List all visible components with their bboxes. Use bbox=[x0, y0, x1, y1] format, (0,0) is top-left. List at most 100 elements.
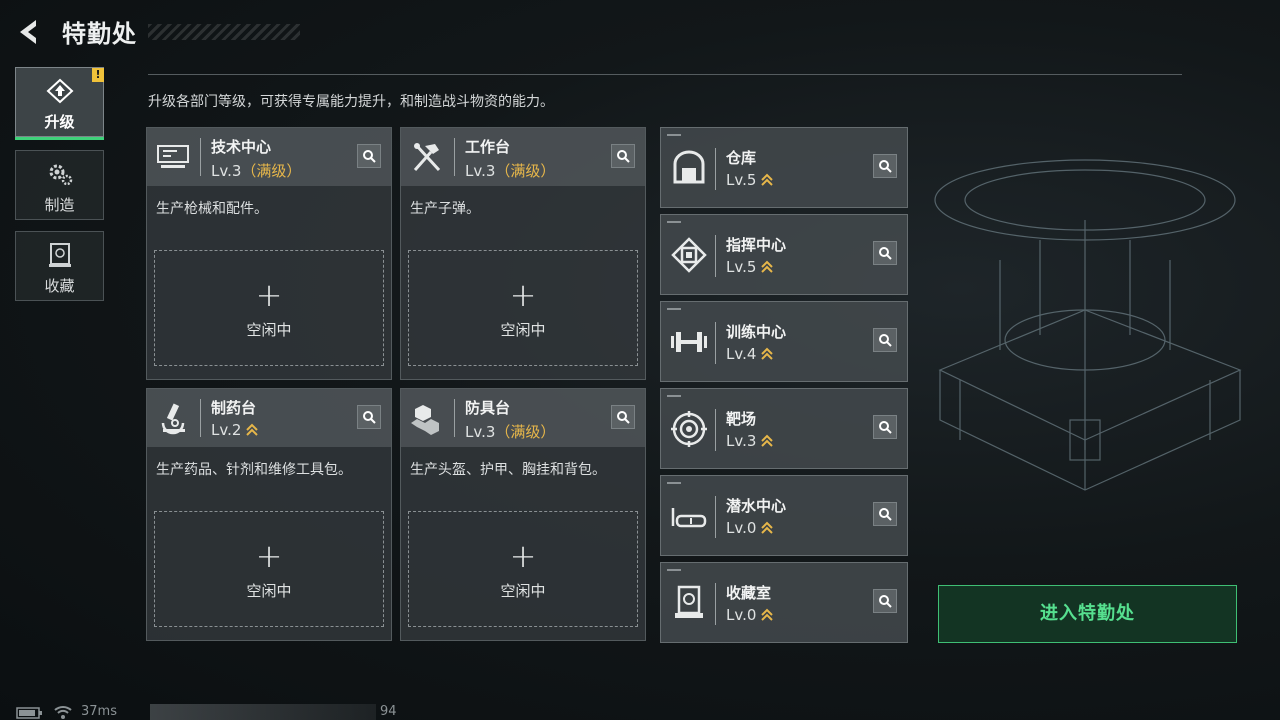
card-title: 技术中心 bbox=[211, 138, 272, 156]
facility-level: Lv.5 bbox=[726, 258, 774, 276]
facility-name: 训练中心 bbox=[726, 323, 787, 341]
ping-value: 37ms bbox=[81, 704, 117, 719]
nav-item-craft[interactable]: 制造 bbox=[15, 150, 104, 220]
card-level: Lv.3（满级） bbox=[211, 162, 302, 180]
facility-shooting-range[interactable]: 靶场 Lv.3 bbox=[660, 388, 908, 469]
slot-status: 空闲中 bbox=[246, 321, 292, 339]
facility-level: Lv.5 bbox=[726, 171, 774, 189]
back-arrow-icon bbox=[20, 20, 36, 44]
target-icon bbox=[669, 409, 709, 449]
card-description: 生产头盔、护甲、胸挂和背包。 bbox=[410, 462, 606, 478]
facility-warehouse[interactable]: 仓库 Lv.5 bbox=[660, 127, 908, 208]
search-button[interactable] bbox=[873, 415, 897, 439]
back-button[interactable] bbox=[14, 16, 44, 48]
facility-training-center[interactable]: 训练中心 Lv.4 bbox=[660, 301, 908, 382]
facility-name: 仓库 bbox=[726, 149, 757, 167]
page-title: 特勤处 bbox=[62, 20, 137, 48]
status-number: 94 bbox=[380, 704, 397, 719]
search-button[interactable] bbox=[357, 405, 381, 429]
search-button[interactable] bbox=[611, 144, 635, 168]
facility-name: 潜水中心 bbox=[726, 497, 787, 515]
upgrade-available-icon bbox=[761, 260, 774, 273]
facility-name: 指挥中心 bbox=[726, 236, 787, 254]
nav-label-craft: 制造 bbox=[44, 196, 75, 214]
facility-collection-room[interactable]: 收藏室 Lv.0 bbox=[660, 562, 908, 643]
production-slot[interactable]: + 空闲中 bbox=[408, 250, 638, 366]
search-icon bbox=[363, 150, 376, 163]
production-slot[interactable]: + 空闲中 bbox=[408, 511, 638, 627]
plus-icon: + bbox=[509, 537, 537, 575]
nav-label-collection: 收藏 bbox=[44, 277, 75, 295]
card-title: 制药台 bbox=[211, 399, 257, 417]
facility-level: Lv.4 bbox=[726, 345, 774, 363]
card-title: 工作台 bbox=[465, 138, 511, 156]
card-tech-center: 技术中心 Lv.3（满级） 生产枪械和配件。 + 空闲中 bbox=[146, 127, 392, 380]
nav-item-collection[interactable]: 收藏 bbox=[15, 231, 104, 301]
search-icon bbox=[879, 421, 892, 434]
nav-item-upgrade[interactable]: 升级 bbox=[15, 67, 104, 137]
plus-icon: + bbox=[509, 276, 537, 314]
card-header: 制药台 Lv.2 bbox=[147, 389, 391, 447]
search-button[interactable] bbox=[873, 154, 897, 178]
production-slot[interactable]: + 空闲中 bbox=[154, 250, 384, 366]
plus-icon: + bbox=[255, 537, 283, 575]
battery-icon bbox=[16, 707, 42, 719]
max-level-label: （满级） bbox=[241, 162, 302, 180]
facility-diving-center[interactable]: 潜水中心 Lv.0 bbox=[660, 475, 908, 556]
slot-status: 空闲中 bbox=[246, 582, 292, 600]
card-description: 生产枪械和配件。 bbox=[156, 201, 268, 217]
facility-name: 收藏室 bbox=[726, 584, 772, 602]
search-icon bbox=[879, 247, 892, 260]
upgrade-available-icon bbox=[761, 434, 774, 447]
card-armor-bench: 防具台 Lv.3（满级） 生产头盔、护甲、胸挂和背包。 + 空闲中 bbox=[400, 388, 646, 641]
workbench-icon bbox=[409, 140, 445, 174]
display-case-icon bbox=[669, 583, 709, 623]
upgrade-available-icon bbox=[246, 423, 259, 436]
upgrade-available-icon bbox=[761, 347, 774, 360]
search-button[interactable] bbox=[611, 405, 635, 429]
search-icon bbox=[879, 508, 892, 521]
upgrade-available-icon bbox=[761, 608, 774, 621]
facility-name: 靶场 bbox=[726, 410, 757, 428]
search-button[interactable] bbox=[873, 328, 897, 352]
wifi-icon bbox=[54, 706, 72, 719]
card-header: 技术中心 Lv.3（满级） bbox=[147, 128, 391, 186]
search-icon bbox=[363, 411, 376, 424]
card-title: 防具台 bbox=[465, 399, 511, 417]
facility-command-center[interactable]: 指挥中心 Lv.5 bbox=[660, 214, 908, 295]
facility-level: Lv.0 bbox=[726, 606, 774, 624]
tech-center-icon bbox=[155, 140, 191, 174]
search-icon bbox=[617, 411, 630, 424]
search-icon bbox=[879, 595, 892, 608]
facility-level: Lv.0 bbox=[726, 519, 774, 537]
card-pharmacy: 制药台 Lv.2 生产药品、针剂和维修工具包。 + 空闲中 bbox=[146, 388, 392, 641]
card-level: Lv.2 bbox=[211, 421, 259, 439]
card-header: 防具台 Lv.3（满级） bbox=[401, 389, 645, 447]
search-button[interactable] bbox=[873, 241, 897, 265]
card-description: 生产药品、针剂和维修工具包。 bbox=[156, 462, 352, 478]
status-bar-redacted bbox=[150, 704, 376, 720]
goggles-icon bbox=[669, 496, 709, 536]
armor-bench-icon bbox=[409, 401, 445, 435]
plus-icon: + bbox=[255, 276, 283, 314]
max-level-label: （满级） bbox=[495, 162, 556, 180]
microscope-icon bbox=[155, 401, 191, 435]
search-button[interactable] bbox=[873, 502, 897, 526]
divider-line bbox=[148, 74, 1182, 75]
production-slot[interactable]: + 空闲中 bbox=[154, 511, 384, 627]
search-button[interactable] bbox=[357, 144, 381, 168]
enter-base-button[interactable]: 进入特勤处 bbox=[938, 585, 1237, 643]
slot-status: 空闲中 bbox=[500, 321, 546, 339]
search-icon bbox=[617, 150, 630, 163]
warehouse-icon bbox=[669, 148, 709, 188]
card-header: 工作台 Lv.3（满级） bbox=[401, 128, 645, 186]
slot-status: 空闲中 bbox=[500, 582, 546, 600]
upgrade-available-icon bbox=[761, 521, 774, 534]
max-level-label: （满级） bbox=[495, 423, 556, 441]
nav-active-indicator bbox=[15, 137, 104, 140]
card-level: Lv.3（满级） bbox=[465, 162, 556, 180]
warning-badge: ! bbox=[92, 68, 104, 82]
facility-level: Lv.3 bbox=[726, 432, 774, 450]
nav-label-upgrade: 升级 bbox=[44, 113, 75, 131]
search-button[interactable] bbox=[873, 589, 897, 613]
